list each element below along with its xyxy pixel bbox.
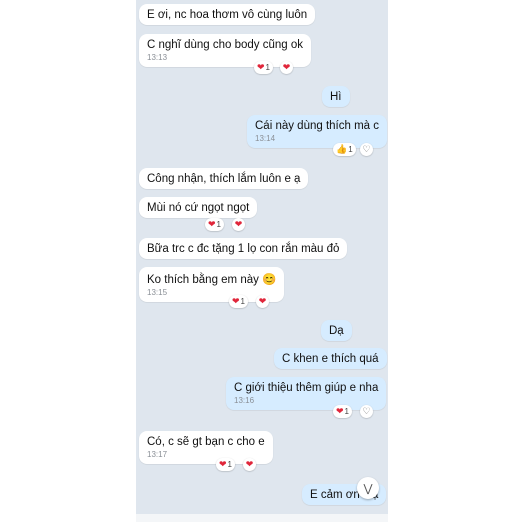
heart-outline-icon: ♡ — [362, 144, 371, 154]
react-button[interactable]: ♡ — [360, 143, 373, 156]
heart-outline-icon: ♡ — [362, 406, 371, 416]
message-text: Ko thích bằng em này 😊 — [147, 274, 277, 286]
react-button[interactable]: ♡ — [360, 405, 373, 418]
reaction-badge[interactable]: ❤ 1 — [229, 295, 248, 308]
heart-icon: ❤ — [245, 459, 254, 469]
message-incoming[interactable]: Mùi nó cứ ngọt ngọt — [139, 197, 258, 218]
heart-icon: ❤ — [232, 296, 240, 306]
message-incoming[interactable]: Công nhận, thích lắm luôn e ạ — [139, 168, 309, 189]
message-time: 13:16 — [234, 396, 255, 405]
reaction-heart-button[interactable]: ❤ — [243, 458, 256, 471]
message-text: Có, c sẽ gt bạn c cho e — [147, 436, 265, 448]
heart-icon: ❤ — [258, 296, 267, 306]
message-text: Hì — [330, 91, 342, 103]
reaction-badge[interactable]: ❤ 1 — [205, 218, 224, 231]
message-incoming[interactable]: Bữa trc c đc tặng 1 lọ con rắn màu đỏ — [139, 238, 348, 259]
message-text: E ơi, nc hoa thơm vô cùng luôn — [147, 9, 308, 21]
reaction-count: 1 — [216, 220, 221, 229]
message-text: Dạ — [329, 325, 344, 337]
message-outgoing[interactable]: C khen e thích quá — [274, 348, 387, 369]
reaction-badge[interactable]: ❤ 1 — [254, 61, 273, 74]
message-text: C nghĩ dùng cho body cũng ok — [147, 39, 304, 51]
reaction-heart-button[interactable]: ❤ — [232, 218, 245, 231]
thumbs-up-icon: 👍 — [336, 144, 348, 154]
heart-icon: ❤ — [336, 406, 344, 416]
reaction-heart-button[interactable]: ❤ — [256, 295, 269, 308]
reaction-count: 1 — [240, 297, 245, 306]
message-text: Mùi nó cứ ngọt ngọt — [147, 202, 250, 214]
reaction-badge[interactable]: ❤ 1 — [333, 405, 352, 418]
message-time: 13:14 — [255, 134, 276, 143]
heart-icon: ❤ — [257, 62, 265, 72]
message-incoming[interactable]: E ơi, nc hoa thơm vô cùng luôn — [139, 4, 316, 25]
reaction-badge[interactable]: ❤ 1 — [216, 458, 235, 471]
message-text: Cái này dùng thích mà c — [255, 120, 380, 132]
message-outgoing[interactable]: Hì — [322, 86, 350, 107]
message-text: Bữa trc c đc tặng 1 lọ con rắn màu đỏ — [147, 243, 340, 255]
message-text: Công nhận, thích lắm luôn e ạ — [147, 173, 301, 185]
heart-icon: ❤ — [282, 62, 291, 72]
double-chevron-down-icon: ⋁ — [363, 482, 373, 495]
heart-icon: ❤ — [208, 219, 216, 229]
reaction-count: 1 — [265, 63, 270, 72]
reaction-count: 1 — [344, 407, 349, 416]
composer-bar — [136, 514, 388, 522]
reaction-badge[interactable]: 👍 1 — [333, 143, 356, 156]
reaction-count: 1 — [348, 145, 353, 154]
scroll-to-bottom-button[interactable]: ⋁ — [357, 477, 379, 499]
heart-icon: ❤ — [234, 219, 243, 229]
message-text: C giới thiệu thêm giúp e nha — [234, 382, 379, 394]
heart-icon: ❤ — [219, 459, 227, 469]
reaction-heart-button[interactable]: ❤ — [280, 61, 293, 74]
message-text: C khen e thích quá — [282, 353, 379, 365]
message-outgoing[interactable]: Dạ — [321, 320, 352, 341]
reaction-count: 1 — [227, 460, 232, 469]
message-time: 13:13 — [147, 53, 168, 62]
